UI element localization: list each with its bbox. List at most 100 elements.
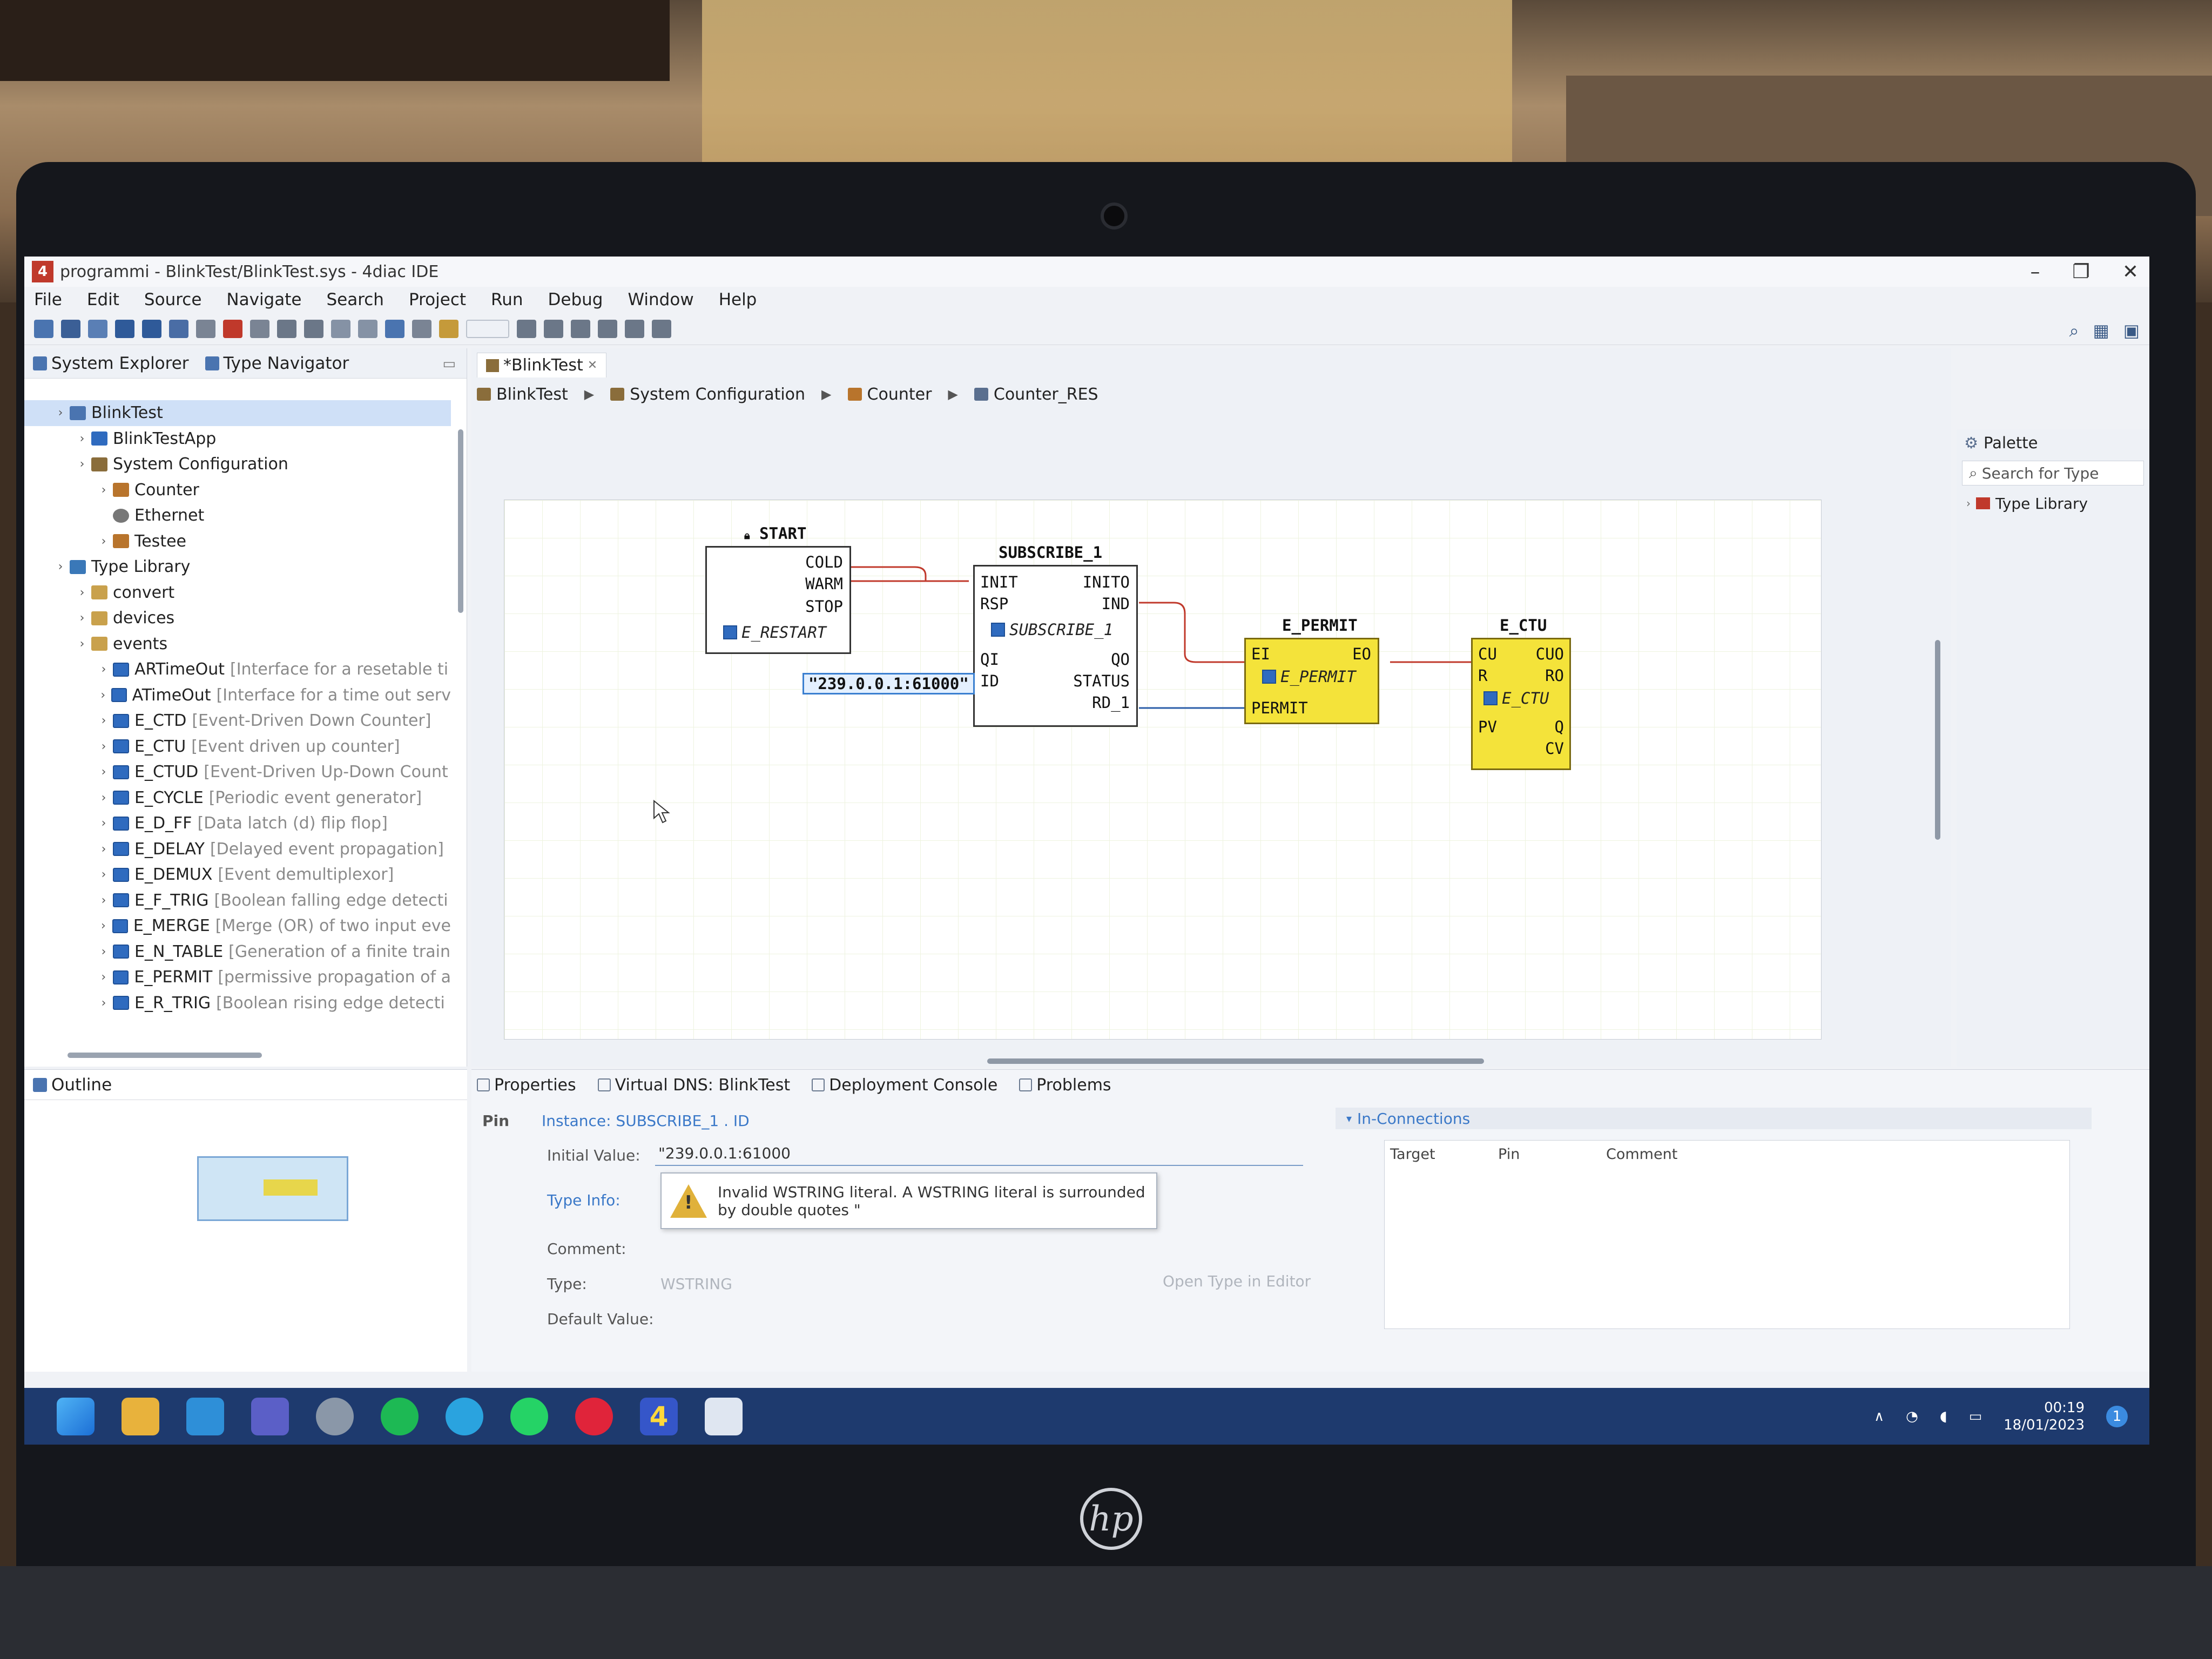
restore-button[interactable]: ❐ xyxy=(2073,261,2090,283)
chevron-up-icon[interactable]: ∧ xyxy=(1874,1408,1884,1425)
tree-item[interactable]: › ATimeOut [Interface for a time out serv xyxy=(24,683,451,709)
tree-item[interactable]: › E_MERGE [Merge (OR) of two input eve xyxy=(24,913,451,939)
type-info-header[interactable]: Type Info: xyxy=(547,1191,621,1209)
open-type-link[interactable]: Open Type in Editor xyxy=(1163,1272,1311,1290)
opera-icon[interactable] xyxy=(575,1397,613,1435)
tree-item[interactable]: › ARTimeOut [Interface for a resetable ti xyxy=(24,657,451,683)
chevron-right-icon[interactable]: › xyxy=(73,586,91,599)
tree-item[interactable]: › BlinkTest xyxy=(24,400,451,426)
file-explorer-icon[interactable] xyxy=(122,1397,159,1435)
refresh-icon[interactable] xyxy=(439,319,458,338)
event-connection-ind-ei[interactable] xyxy=(1139,602,1244,663)
tree-item[interactable]: › Type Library xyxy=(24,554,451,580)
fb-ctu[interactable]: CU R CUO RO E_CTU PV Q CV xyxy=(1471,638,1571,770)
4diac-icon[interactable]: 4 xyxy=(640,1397,678,1435)
menu-help[interactable]: Help xyxy=(719,290,757,309)
tree-item[interactable]: › devices xyxy=(24,605,451,631)
pin-icon[interactable] xyxy=(250,319,269,338)
tree-item[interactable]: Ethernet xyxy=(24,503,451,529)
port-inito[interactable]: INITO xyxy=(1083,573,1130,591)
export-icon[interactable] xyxy=(412,319,431,338)
chevron-right-icon[interactable]: › xyxy=(95,919,112,933)
tree-vertical-scrollbar[interactable] xyxy=(458,429,463,613)
breadcrumb-counter[interactable]: Counter xyxy=(847,385,932,404)
navigate-back-icon[interactable] xyxy=(277,319,296,338)
menu-source[interactable]: Source xyxy=(144,290,201,309)
tab-deployment-console[interactable]: Deployment Console xyxy=(812,1076,997,1095)
chevron-right-icon[interactable]: › xyxy=(95,535,113,548)
tree-item[interactable]: › E_CTUD [Event-Driven Up-Down Count xyxy=(24,759,451,785)
palette-type-library[interactable]: › Type Library xyxy=(1957,490,2149,517)
chevron-right-icon[interactable]: › xyxy=(73,611,91,625)
align-center-icon[interactable] xyxy=(544,319,563,338)
mail-icon[interactable] xyxy=(186,1397,224,1435)
menu-project[interactable]: Project xyxy=(409,290,466,309)
chevron-right-icon[interactable]: › xyxy=(51,406,70,420)
navigate-forward-icon[interactable] xyxy=(304,319,323,338)
tree-item[interactable]: › BlinkTestApp xyxy=(24,426,451,452)
port-rsp[interactable]: RSP xyxy=(980,595,1008,613)
tab-virtual-dns[interactable]: Virtual DNS: BlinkTest xyxy=(597,1076,790,1095)
search-tool-icon[interactable] xyxy=(223,319,242,338)
chevron-right-icon[interactable]: › xyxy=(95,970,113,984)
port-stop[interactable]: STOP xyxy=(805,597,843,616)
tree-item[interactable]: › E_PERMIT [permissive propagation of a xyxy=(24,965,451,990)
editor-horizontal-scrollbar[interactable] xyxy=(987,1058,1484,1064)
editor-tab-blinktest[interactable]: *BlinkTest ✕ xyxy=(477,353,607,377)
battery-icon[interactable]: ▭ xyxy=(1969,1408,1982,1425)
tree-item[interactable]: › E_R_TRIG [Boolean rising edge detecti xyxy=(24,990,451,1016)
initial-value-input[interactable]: "239.0.0.1:61000 xyxy=(655,1144,1303,1166)
distribute-icon[interactable] xyxy=(598,319,617,338)
port-qi[interactable]: QI xyxy=(980,650,999,669)
port-pv[interactable]: PV xyxy=(1478,718,1497,736)
fb-permit[interactable]: EI EO E_PERMIT PERMIT xyxy=(1244,638,1379,724)
deploy-icon[interactable] xyxy=(142,319,161,338)
port-cold[interactable]: COLD xyxy=(805,553,843,571)
search-icon[interactable]: ⌕ xyxy=(2069,320,2079,341)
port-init[interactable]: INIT xyxy=(980,573,1018,591)
align-left-icon[interactable] xyxy=(517,319,536,338)
tools-icon[interactable] xyxy=(196,319,215,338)
tree-item[interactable]: › System Configuration xyxy=(24,451,451,477)
save-icon[interactable] xyxy=(61,319,80,338)
minimize-button[interactable]: – xyxy=(2031,261,2040,283)
spotify-icon[interactable] xyxy=(381,1397,419,1435)
port-cuo[interactable]: CUO xyxy=(1536,645,1564,663)
open-perspective-icon[interactable]: ▦ xyxy=(2093,320,2109,341)
tree-item[interactable]: › Counter xyxy=(24,477,451,503)
port-rd1[interactable]: RD_1 xyxy=(1092,693,1130,712)
outline-preview[interactable] xyxy=(197,1156,348,1221)
telegram-icon[interactable] xyxy=(446,1397,483,1435)
menu-edit[interactable]: Edit xyxy=(87,290,119,309)
notification-badge[interactable]: 1 xyxy=(2106,1405,2128,1427)
port-qo[interactable]: QO xyxy=(1111,650,1130,669)
chevron-right-icon[interactable]: › xyxy=(95,817,113,830)
instance-section-header[interactable]: Instance: SUBSCRIBE_1 . ID xyxy=(542,1112,750,1130)
port-ei[interactable]: EI xyxy=(1251,645,1270,663)
chevron-right-icon[interactable]: › xyxy=(95,894,113,907)
tree-item[interactable]: › Testee xyxy=(24,529,451,555)
port-eo[interactable]: EO xyxy=(1352,645,1371,663)
tree-item[interactable]: › E_N_TABLE [Generation of a finite train xyxy=(24,939,451,965)
clock[interactable]: 00:19 18/01/2023 xyxy=(2004,1399,2085,1434)
minimize-view-icon[interactable]: ▭ xyxy=(442,356,456,372)
chevron-right-icon[interactable]: › xyxy=(95,868,113,881)
chrome-icon[interactable] xyxy=(316,1397,354,1435)
tree-item[interactable]: › convert xyxy=(24,580,451,606)
print-icon[interactable] xyxy=(115,319,134,338)
tree-item[interactable]: › E_CTD [Event-Driven Down Counter] xyxy=(24,708,451,734)
align-right-icon[interactable] xyxy=(571,319,590,338)
palette-search-field[interactable]: ⌕ Search for Type xyxy=(1962,461,2144,485)
tree-item[interactable]: › E_CYCLE [Periodic event generator] xyxy=(24,785,451,811)
close-button[interactable]: ✕ xyxy=(2122,261,2139,283)
port-permit[interactable]: PERMIT xyxy=(1251,699,1308,717)
chevron-right-icon[interactable]: › xyxy=(95,765,113,779)
tree-item[interactable]: › events xyxy=(24,631,451,657)
menu-window[interactable]: Window xyxy=(628,290,693,309)
arrow-right-icon[interactable] xyxy=(358,319,377,338)
fb-start[interactable]: COLD WARM STOP E_RESTART xyxy=(705,546,851,654)
in-connections-header[interactable]: ▾ In-Connections xyxy=(1336,1108,2092,1129)
port-ind[interactable]: IND xyxy=(1102,595,1130,613)
tree-item[interactable]: › E_DELAY [Delayed event propagation] xyxy=(24,837,451,862)
tree-item[interactable]: › E_D_FF [Data latch (d) flip flop] xyxy=(24,811,451,837)
